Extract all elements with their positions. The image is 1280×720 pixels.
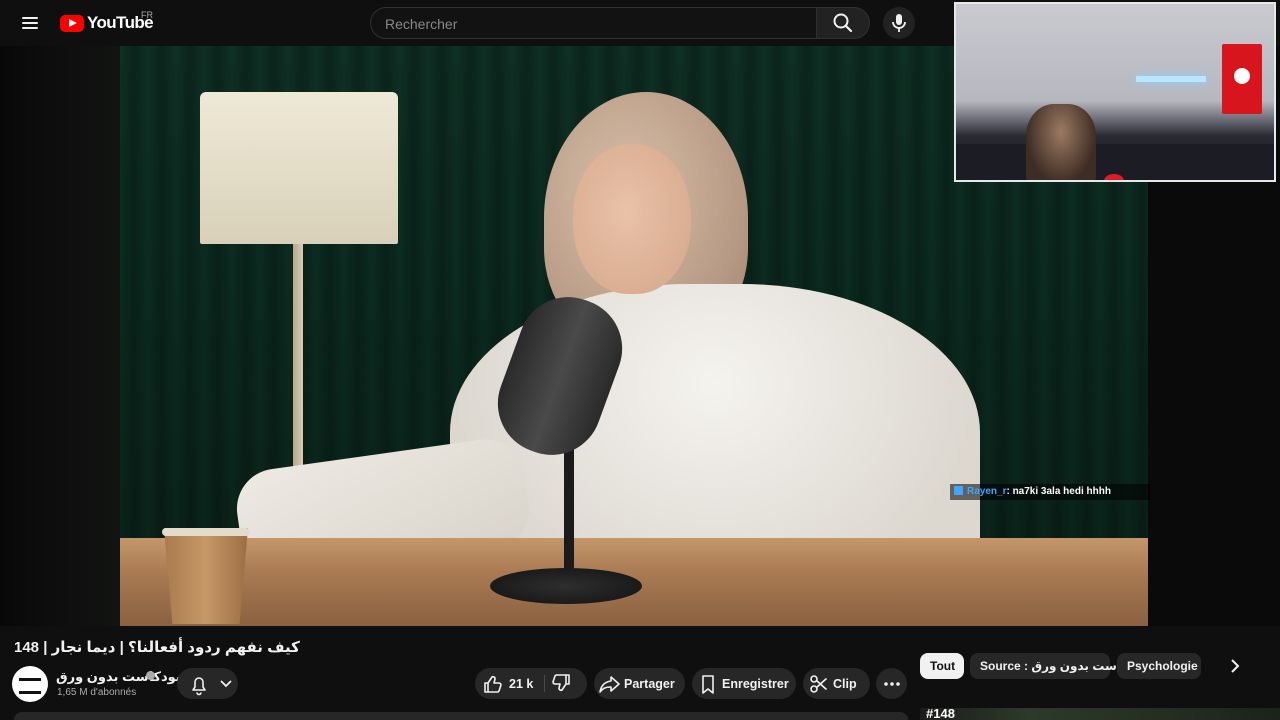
clip-label: Clip: [833, 676, 857, 691]
recommended-thumbnail[interactable]: [920, 708, 1280, 720]
scissors-icon: [810, 674, 828, 693]
clip-button[interactable]: Clip: [803, 668, 870, 699]
bookmark-icon: [702, 674, 714, 694]
chip-source[interactable]: Source : بودكاست بدون ورق: [970, 653, 1146, 679]
save-button[interactable]: Enregistrer: [692, 668, 796, 699]
player-letterbox-left: [0, 46, 120, 626]
search-icon: [833, 13, 853, 33]
chat-username: Rayen_r: [967, 486, 1007, 497]
chip-psychologie[interactable]: Psychologie: [1117, 653, 1201, 679]
verified-icon: [146, 671, 155, 680]
like-dislike-group: 21 k: [475, 668, 587, 699]
chevron-right-icon: [1231, 659, 1240, 673]
paper-cup-rim: [162, 528, 250, 536]
like-button[interactable]: 21 k: [475, 668, 533, 699]
youtube-logo[interactable]: YouTube: [60, 10, 154, 36]
tunisia-flag: [1222, 44, 1262, 114]
webcam-overlay: [954, 2, 1276, 182]
description-box[interactable]: [14, 712, 908, 720]
video-title: كيف نفهم ردود أفعالنا؟ | ديما نجار | 148: [14, 639, 300, 656]
chat-badge-icon: [954, 486, 963, 495]
thumbs-down-icon: [552, 674, 570, 692]
search-box: [370, 7, 816, 40]
lamp-shade: [200, 92, 398, 244]
speaker-face: [573, 144, 691, 294]
search-button[interactable]: [816, 7, 870, 39]
chips-next-button[interactable]: [1220, 651, 1250, 681]
save-label: Enregistrer: [722, 676, 789, 691]
channel-avatar[interactable]: [12, 666, 48, 702]
notifications-button[interactable]: [177, 668, 238, 699]
streamer: [1026, 104, 1096, 180]
share-icon: [599, 675, 620, 693]
share-button[interactable]: Partager: [594, 668, 685, 699]
chip-all[interactable]: Tout: [920, 653, 964, 679]
dislike-button[interactable]: [549, 668, 579, 699]
chat-message-overlay: Rayen_r: na7ki 3ala hedi hhhh: [950, 484, 1150, 500]
chevron-down-icon: [220, 679, 232, 687]
thumbnail-episode-number: #148: [926, 708, 955, 720]
share-label: Partager: [624, 676, 675, 691]
microphone-icon: [892, 14, 906, 32]
youtube-play-icon: [60, 14, 84, 32]
thumbs-up-icon: [484, 675, 502, 693]
search-input[interactable]: [383, 8, 807, 40]
webcam-led-light: [1136, 76, 1206, 82]
like-divider: [544, 675, 545, 692]
menu-icon[interactable]: [14, 8, 46, 38]
country-code: FR: [141, 10, 153, 20]
voice-search-button[interactable]: [883, 7, 915, 39]
more-actions-button[interactable]: [876, 668, 907, 699]
like-count: 21 k: [509, 676, 534, 691]
mic-base: [490, 568, 642, 604]
bell-icon: [192, 676, 206, 695]
webcam-red-marker: [1104, 174, 1124, 180]
channel-name[interactable]: بودكاست بدون ورق: [56, 669, 181, 685]
more-horizontal-icon: [883, 681, 900, 686]
paper-cup: [164, 528, 248, 624]
mic-stand: [564, 446, 574, 576]
chat-text: : na7ki 3ala hedi hhhh: [1006, 486, 1111, 497]
subscriber-count: 1,65 M d'abonnés: [57, 687, 137, 698]
